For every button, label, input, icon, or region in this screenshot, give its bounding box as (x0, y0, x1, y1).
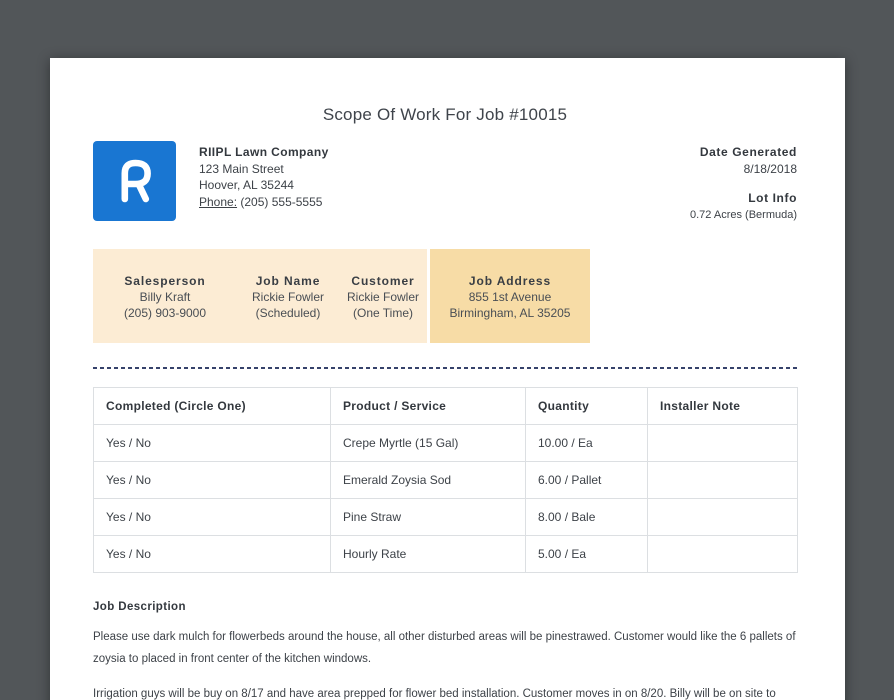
cell-product: Hourly Rate (330, 535, 526, 573)
cell-product: Crepe Myrtle (15 Gal) (330, 424, 526, 462)
col-header-note: Installer Note (647, 387, 798, 425)
company-phone: Phone: (205) 555-5555 (199, 194, 329, 211)
document-header: RIIPL Lawn Company 123 Main Street Hoove… (93, 141, 797, 223)
job-name-label: Job Name (255, 274, 321, 288)
customer-label: Customer (351, 274, 415, 288)
cell-quantity: 6.00 / Pallet (525, 461, 648, 499)
salesperson-label: Salesperson (124, 274, 206, 288)
cell-completed: Yes / No (93, 498, 331, 536)
job-description-paragraph-1: Please use dark mulch for flowerbeds aro… (93, 631, 796, 665)
phone-value: (205) 555-5555 (240, 194, 323, 209)
job-address-cell: Job Address 855 1st Avenue Birmingham, A… (430, 249, 590, 343)
customer-name: Rickie Fowler (346, 290, 419, 304)
col-header-product: Product / Service (330, 387, 526, 425)
document-page: Scope Of Work For Job #10015 RIIPL Lawn … (50, 58, 845, 700)
job-description-paragraph-2: Irrigation guys will be buy on 8/17 and … (93, 688, 776, 700)
work-items-table: Completed (Circle One) Product / Service… (93, 387, 798, 573)
table-header-row: Completed (Circle One) Product / Service… (93, 387, 798, 425)
table-row: Yes / No Emerald Zoysia Sod 6.00 / Palle… (93, 461, 798, 499)
job-name-value: Rickie Fowler (251, 290, 324, 304)
date-generated-value: 8/18/2018 (743, 161, 797, 176)
cell-installer-note (647, 424, 798, 462)
table-row: Yes / No Hourly Rate 5.00 / Ea (93, 535, 798, 573)
cell-completed: Yes / No (93, 535, 331, 573)
job-summary-bar: Salesperson Billy Kraft (205) 903-9000 J… (93, 249, 797, 343)
logo-r-icon (121, 159, 151, 203)
lot-info-value: 0.72 Acres (Bermuda) (690, 208, 797, 221)
job-address-label: Job Address (468, 274, 552, 288)
company-info: RIIPL Lawn Company 123 Main Street Hoove… (199, 141, 329, 223)
cell-product: Emerald Zoysia Sod (330, 461, 526, 499)
job-name-cell: Job Name Rickie Fowler (Scheduled) (237, 249, 339, 343)
lot-info-label: Lot Info (748, 191, 797, 205)
company-address-line2: Hoover, AL 35244 (199, 178, 294, 192)
customer-type: (One Time) (352, 306, 413, 320)
company-block: RIIPL Lawn Company 123 Main Street Hoove… (93, 141, 329, 223)
cell-installer-note (647, 498, 798, 536)
job-address-city: Birmingham, AL 35205 (449, 306, 571, 320)
cell-installer-note (647, 461, 798, 499)
salesperson-phone: (205) 903-9000 (123, 306, 207, 320)
cell-quantity: 10.00 / Ea (525, 424, 648, 462)
table-row: Yes / No Pine Straw 8.00 / Bale (93, 498, 798, 536)
table-row: Yes / No Crepe Myrtle (15 Gal) 10.00 / E… (93, 424, 798, 462)
salesperson-name: Billy Kraft (139, 290, 191, 304)
document-viewer-background: Scope Of Work For Job #10015 RIIPL Lawn … (0, 0, 894, 700)
job-name-status: (Scheduled) (255, 306, 321, 320)
job-address-street: 855 1st Avenue (468, 290, 552, 304)
col-header-quantity: Quantity (525, 387, 648, 425)
customer-cell: Customer Rickie Fowler (One Time) (339, 249, 427, 343)
date-generated-label: Date Generated (699, 145, 797, 159)
phone-label: Phone: (199, 194, 238, 209)
col-header-completed: Completed (Circle One) (93, 387, 331, 425)
meta-block: Date Generated 8/18/2018 Lot Info 0.72 A… (690, 141, 797, 223)
company-address-line1: 123 Main Street (199, 161, 284, 176)
cell-completed: Yes / No (93, 461, 331, 499)
job-description-heading: Job Description (93, 601, 186, 613)
job-summary-left: Salesperson Billy Kraft (205) 903-9000 J… (93, 249, 427, 343)
cell-installer-note (647, 535, 798, 573)
cell-quantity: 8.00 / Bale (525, 498, 648, 536)
dotted-divider (93, 367, 797, 369)
company-name: RIIPL Lawn Company (199, 145, 329, 159)
cell-quantity: 5.00 / Ea (525, 535, 648, 573)
company-logo (93, 141, 176, 221)
cell-product: Pine Straw (330, 498, 526, 536)
salesperson-cell: Salesperson Billy Kraft (205) 903-9000 (93, 249, 237, 343)
cell-completed: Yes / No (93, 424, 331, 462)
document-title: Scope Of Work For Job #10015 (322, 105, 568, 124)
